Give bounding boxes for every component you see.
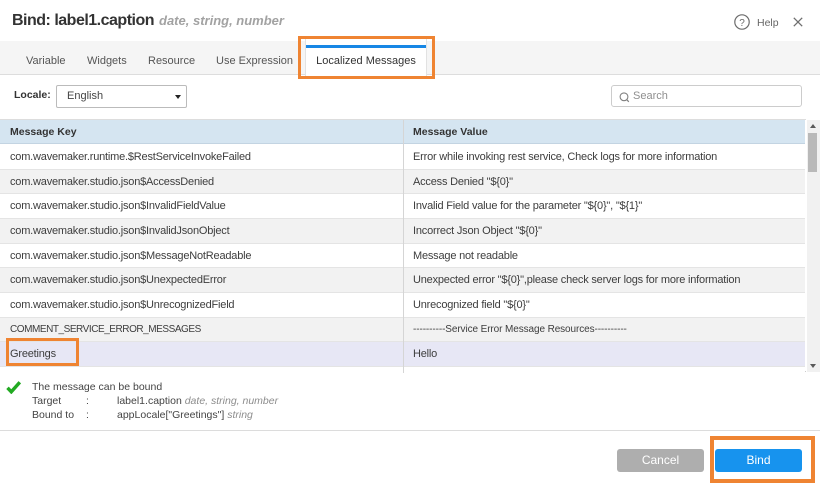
svg-text:?: ? — [739, 18, 745, 29]
